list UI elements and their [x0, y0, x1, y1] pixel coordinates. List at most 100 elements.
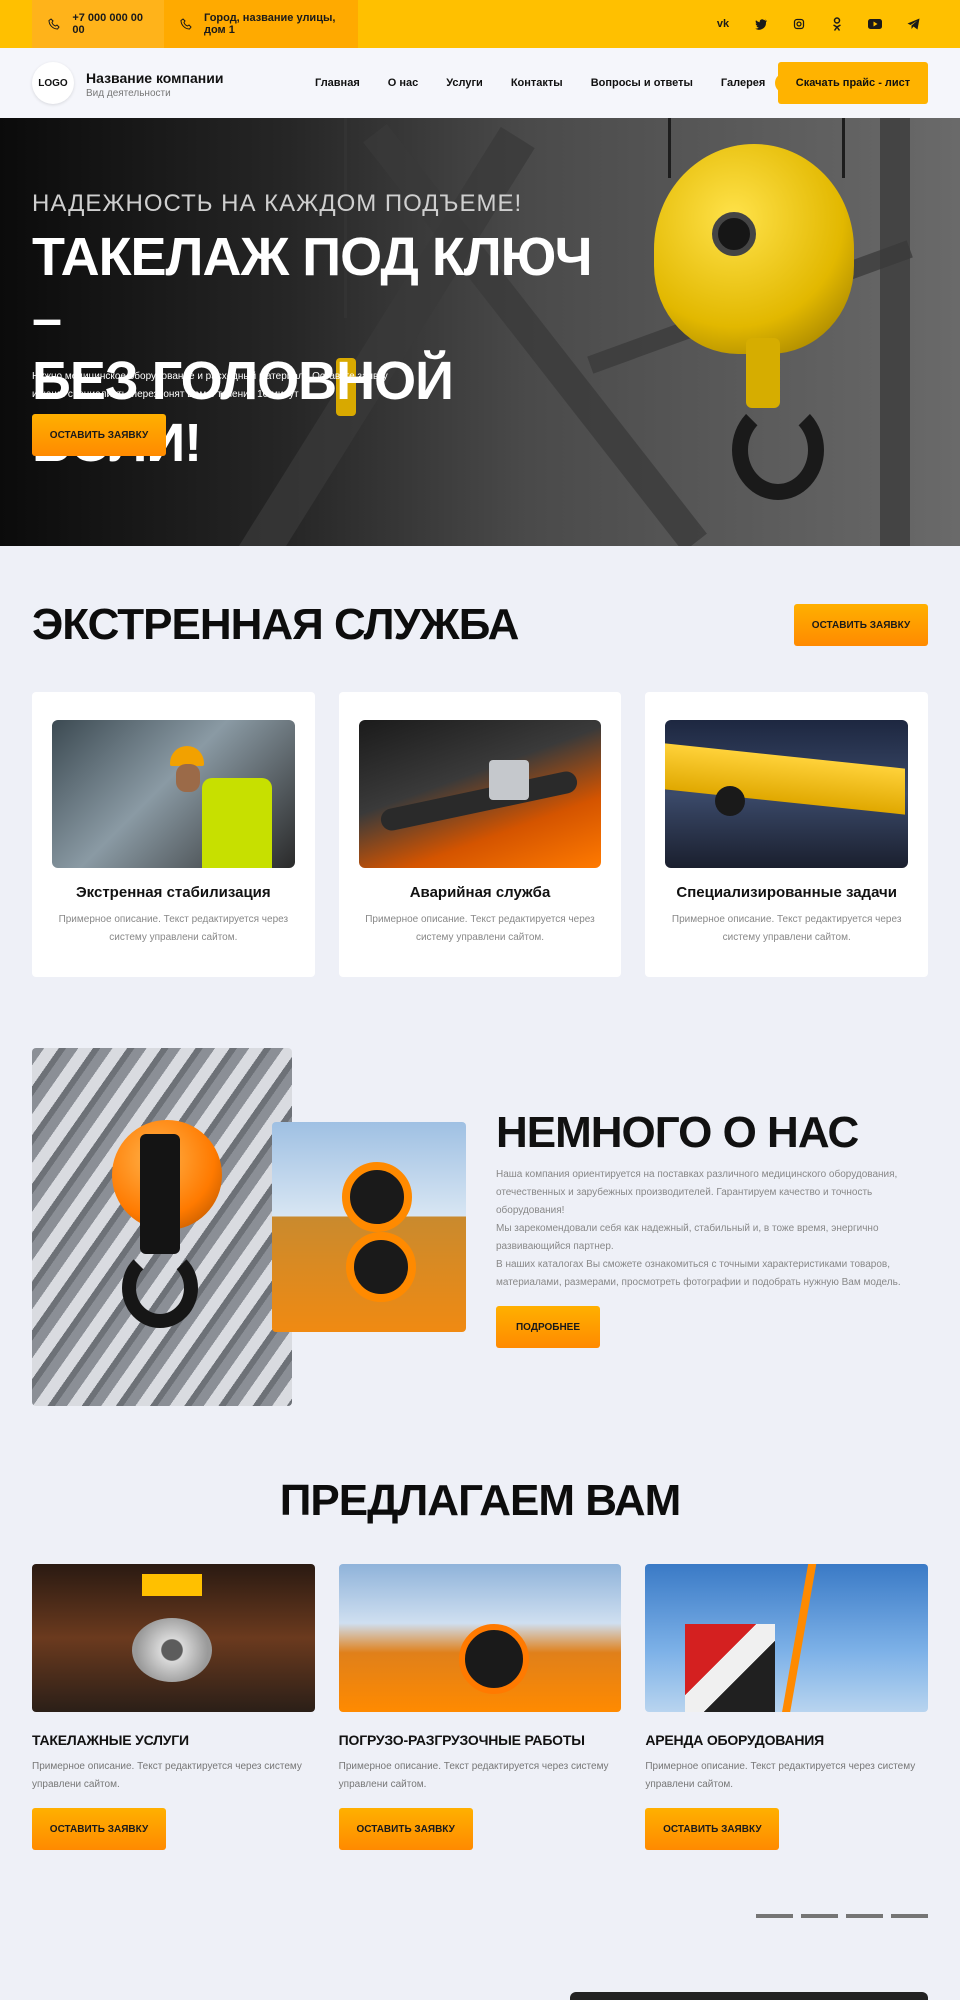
next-section-image [570, 1992, 928, 2000]
hero-cable [842, 118, 845, 178]
phone-contact[interactable]: +7 000 000 00 00 [32, 0, 164, 48]
hero-request-button[interactable]: ОСТАВИТЬ ЗАЯВКУ [32, 414, 166, 456]
offer-section-title: ПРЕДЛАГАЕМ ВАМ [279, 1476, 682, 1525]
about-paragraph: Мы зарекомендовали себя как надежный, ст… [496, 1223, 879, 1252]
phone-number[interactable]: +7 000 000 00 00 [72, 12, 148, 36]
loading-works-photo [338, 1564, 622, 1712]
winch-drum [346, 1232, 416, 1302]
offer-description: Примерное описание. Текст редактируется … [645, 1761, 916, 1790]
offer-list: ТАКЕЛАЖНЫЕ УСЛУГИ Примерное описание. Те… [32, 1564, 929, 1850]
instagram-icon[interactable] [792, 17, 806, 31]
service-card[interactable]: Экстренная стабилизация Примерное описан… [32, 692, 315, 977]
company-name: Название компании [86, 70, 224, 86]
hero-cable [668, 118, 671, 178]
overhead-crane-photo [665, 720, 909, 868]
steel-coil [132, 1618, 212, 1682]
offer-request-button[interactable]: ОСТАВИТЬ ЗАЯВКУ [645, 1808, 780, 1850]
crane-boom [780, 1564, 819, 1712]
lifting-beam [142, 1574, 202, 1596]
offer-title: АРЕНДА ОБОРУДОВАНИЯ [645, 1732, 825, 1748]
nav-item-gallery[interactable]: Галерея [721, 77, 765, 89]
card-title: Аварийная служба [409, 884, 551, 901]
hero-girder [880, 118, 910, 546]
youtube-icon[interactable] [868, 17, 882, 31]
pager-dot[interactable] [756, 1914, 793, 1918]
address-text: Город, название улицы, дом 1 [204, 12, 336, 36]
hook-plate [140, 1134, 180, 1254]
offer-item: ПОГРУЗО-РАЗГРУЗОЧНЫЕ РАБОТЫ Примерное оп… [338, 1564, 622, 1850]
site-header: LOGO Название компании Вид деятельности … [0, 48, 960, 118]
about-paragraph: Наша компания ориентируется на поставках… [496, 1169, 898, 1216]
card-description: Примерное описание. Текст редактируется … [365, 914, 595, 943]
logo[interactable]: LOGO [32, 62, 74, 104]
worker-photo [52, 720, 295, 868]
card-title: Экстренная стабилизация [76, 884, 271, 901]
odnoklassniki-icon[interactable] [830, 17, 844, 31]
crane-beam [665, 743, 906, 815]
offer-description: Примерное описание. Текст редактируется … [32, 1761, 302, 1790]
card-description: Примерное описание. Текст редактируется … [58, 914, 289, 943]
offer-item: АРЕНДА ОБОРУДОВАНИЯ Примерное описание. … [645, 1564, 929, 1850]
pager-dot[interactable] [846, 1914, 883, 1918]
hydraulic-cylinder [378, 769, 579, 833]
hero-desc-line: и наши специалисты перезвонят Вам в тече… [32, 389, 299, 400]
crane-hook-pulley [712, 212, 756, 256]
card-title: Специализированные задачи [676, 884, 897, 901]
hydraulics-photo [358, 720, 602, 868]
equipment-rental-photo [645, 1564, 929, 1712]
phone-icon [48, 17, 60, 31]
main-nav: Главная О нас Услуги Контакты Вопросы и … [315, 48, 796, 118]
worker-helmet [170, 746, 204, 766]
carousel-pager [756, 1914, 928, 1918]
pager-dot[interactable] [801, 1914, 838, 1918]
hook-shape [122, 1248, 198, 1328]
about-hook-photo [32, 1048, 292, 1406]
worker-vest [202, 778, 272, 868]
about-paragraph: В наших каталогах Вы сможете ознакомитьс… [496, 1259, 901, 1288]
winch-drum [342, 1162, 412, 1232]
telegram-icon[interactable] [906, 17, 920, 31]
vk-icon[interactable]: vk [716, 17, 730, 31]
company-activity: Вид деятельности [86, 88, 171, 99]
emergency-cards: Экстренная стабилизация Примерное описан… [32, 692, 929, 977]
crane-hook-block [685, 1624, 776, 1712]
location-icon [180, 17, 192, 31]
nav-item-services[interactable]: Услуги [446, 77, 483, 89]
twitter-icon[interactable] [754, 17, 768, 31]
address-contact: Город, название улицы, дом 1 [164, 0, 358, 48]
hero-desc-line: Нужно медицинское оборудование и расходн… [32, 371, 388, 382]
offer-description: Примерное описание. Текст редактируется … [338, 1761, 609, 1790]
card-description: Примерное описание. Текст редактируется … [671, 914, 902, 943]
nav-item-faq[interactable]: Вопросы и ответы [591, 77, 693, 89]
offer-request-button[interactable]: ОСТАВИТЬ ЗАЯВКУ [32, 1808, 166, 1850]
hero-section: НАДЕЖНОСТЬ НА КАЖДОМ ПОДЪЕМЕ! ТАКЕЛАЖ ПО… [0, 118, 960, 546]
offer-item: ТАКЕЛАЖНЫЕ УСЛУГИ Примерное описание. Те… [32, 1564, 315, 1850]
crane-wheels [715, 786, 746, 816]
crane-hook-block [654, 144, 854, 354]
service-card[interactable]: Специализированные задачи Примерное опис… [645, 692, 929, 977]
more-button[interactable]: ПОДРОБНЕЕ [496, 1306, 600, 1348]
emergency-request-button[interactable]: ОСТАВИТЬ ЗАЯВКУ [794, 604, 928, 646]
offer-title: ТАКЕЛАЖНЫЕ УСЛУГИ [32, 1732, 189, 1748]
service-card[interactable]: Аварийная служба Примерное описание. Тек… [338, 692, 622, 977]
download-price-button[interactable]: Скачать прайс - лист [778, 62, 928, 104]
about-winch-photo [272, 1122, 466, 1332]
nav-item-about[interactable]: О нас [388, 77, 419, 89]
nav-item-home[interactable]: Главная [315, 77, 360, 89]
crane-hook-shank [746, 338, 780, 408]
rigging-photo [32, 1564, 315, 1712]
offer-title: ПОГРУЗО-РАЗГРУЗОЧНЫЕ РАБОТЫ [338, 1732, 585, 1748]
pager-dot[interactable] [891, 1914, 928, 1918]
top-bar: +7 000 000 00 00 Город, название улицы, … [0, 0, 960, 48]
hero-subtitle: НАДЕЖНОСТЬ НА КАЖДОМ ПОДЪЕМЕ! [32, 190, 523, 217]
cable-drum [458, 1624, 529, 1694]
hero-title-line: ТАКЕЛАЖ ПОД КЛЮЧ – [32, 227, 593, 349]
offer-request-button[interactable]: ОСТАВИТЬ ЗАЯВКУ [338, 1808, 473, 1850]
emergency-section-title: ЭКСТРЕННАЯ СЛУЖБА [32, 600, 519, 649]
nav-item-contacts[interactable]: Контакты [511, 77, 563, 89]
crane-hook [732, 400, 824, 500]
social-links: vk [716, 0, 920, 48]
hydraulic-valve [488, 760, 529, 800]
hero-description: Нужно медицинское оборудование и расходн… [32, 368, 392, 404]
worker-face [176, 764, 200, 792]
